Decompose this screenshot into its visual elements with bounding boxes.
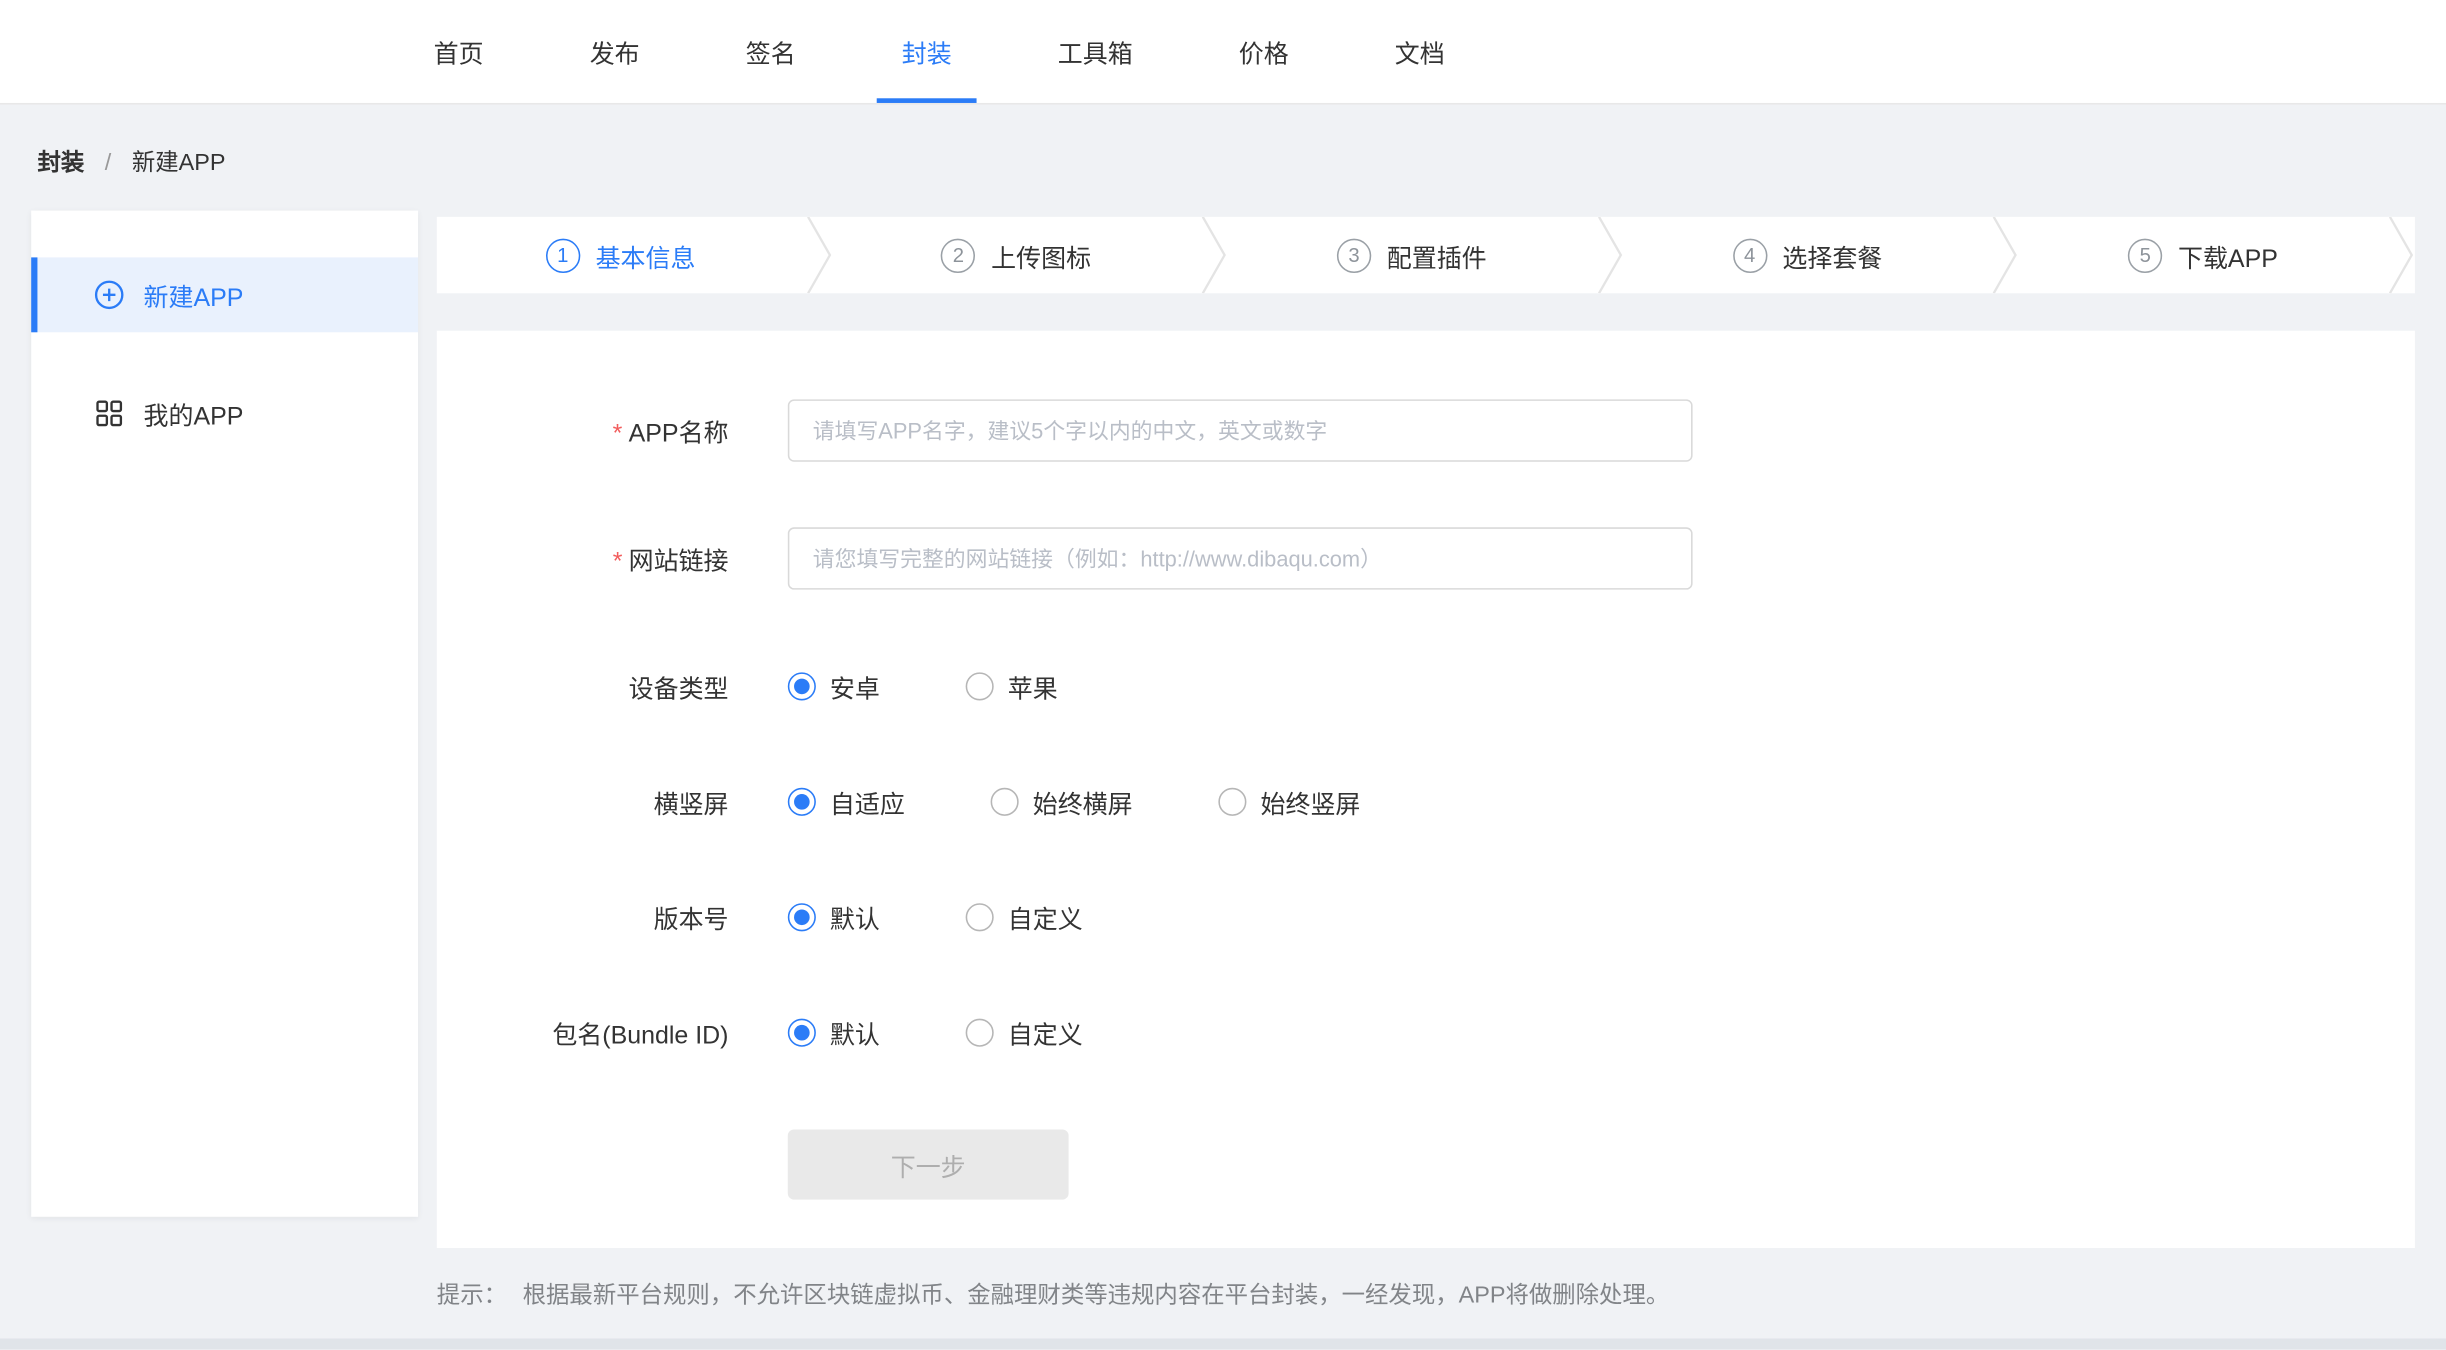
- form-row-app-name: *APP名称: [437, 399, 2415, 461]
- radio-adaptive[interactable]: 自适应: [788, 783, 905, 820]
- radio-bundle-default[interactable]: 默认: [788, 1014, 880, 1051]
- radio-label: 自适应: [830, 783, 905, 820]
- step-label: 下载APP: [2178, 236, 2278, 273]
- radio-version-custom[interactable]: 自定义: [966, 899, 1083, 936]
- radio-label: 默认: [830, 1014, 880, 1051]
- tip-prefix: 提示：: [437, 1282, 507, 1309]
- sidebar-item-label: 新建APP: [144, 276, 244, 313]
- radio-unselected-icon: [966, 672, 994, 700]
- radio-version-default[interactable]: 默认: [788, 899, 880, 936]
- radio-label: 始终横屏: [1033, 783, 1133, 820]
- breadcrumb-separator: /: [105, 150, 112, 177]
- radio-bundle-custom[interactable]: 自定义: [966, 1014, 1083, 1051]
- required-asterisk: *: [613, 421, 623, 448]
- grid-icon: [94, 398, 125, 429]
- sidebar: 新建APP 我的APP: [31, 211, 418, 1217]
- form-row-version: 版本号 默认 自定义: [437, 899, 2415, 936]
- radio-unselected-icon: [966, 1019, 994, 1047]
- step-number: 4: [1732, 238, 1766, 272]
- radio-unselected-icon: [991, 788, 1019, 816]
- orientation-label: 横竖屏: [437, 783, 729, 820]
- radio-selected-icon: [788, 903, 816, 931]
- radio-selected-icon: [788, 1019, 816, 1047]
- device-type-label: 设备类型: [437, 668, 729, 705]
- radio-label: 苹果: [1008, 668, 1058, 705]
- radio-label: 安卓: [830, 668, 880, 705]
- nav-item-sign[interactable]: 签名: [721, 0, 821, 103]
- radio-label: 默认: [830, 899, 880, 936]
- new-app-form: *APP名称 *网站链接 设备类型 安: [437, 331, 2415, 1248]
- nav-item-pricing[interactable]: 价格: [1214, 0, 1314, 103]
- steps-bar: 1 基本信息 2 上传图标 3 配置插件 4 选择套餐: [437, 217, 2415, 293]
- step-separator-icon: [2387, 217, 2415, 293]
- nav-item-package[interactable]: 封装: [877, 0, 977, 103]
- radio-selected-icon: [788, 788, 816, 816]
- next-step-button[interactable]: 下一步: [788, 1129, 1069, 1199]
- sidebar-item-new-app[interactable]: 新建APP: [31, 257, 418, 332]
- step-configure-plugins: 3 配置插件: [1228, 217, 1596, 293]
- step-number: 5: [2128, 238, 2162, 272]
- breadcrumb: 封装 / 新建APP: [0, 105, 2446, 177]
- footer-strip: [0, 1338, 2446, 1349]
- step-label: 配置插件: [1387, 236, 1487, 273]
- form-row-site-url: *网站链接: [437, 527, 2415, 589]
- step-separator-icon: [804, 217, 832, 293]
- bundle-id-label: 包名(Bundle ID): [437, 1014, 729, 1051]
- form-row-orientation: 横竖屏 自适应 始终横屏 始终竖屏: [437, 783, 2415, 820]
- version-group: 默认 自定义: [788, 899, 1083, 936]
- main-content: 1 基本信息 2 上传图标 3 配置插件 4 选择套餐: [437, 211, 2415, 1314]
- top-nav: 首页 发布 签名 封装 工具箱 价格 文档: [0, 0, 2446, 105]
- step-upload-icon: 2 上传图标: [832, 217, 1200, 293]
- form-row-device-type: 设备类型 安卓 苹果: [437, 668, 2415, 705]
- step-separator-icon: [1596, 217, 1624, 293]
- step-download-app: 5 下载APP: [2019, 217, 2387, 293]
- bundle-id-group: 默认 自定义: [788, 1014, 1083, 1051]
- site-url-label: *网站链接: [437, 540, 729, 577]
- step-label: 上传图标: [991, 236, 1091, 273]
- app-name-label: *APP名称: [437, 412, 729, 449]
- step-number: 1: [546, 238, 580, 272]
- step-label: 选择套餐: [1782, 236, 1882, 273]
- page: 首页 发布 签名 封装 工具箱 价格 文档 封装 / 新建APP 新建APP 我…: [0, 0, 2446, 1349]
- nav-item-publish[interactable]: 发布: [565, 0, 665, 103]
- form-row-bundle-id: 包名(Bundle ID) 默认 自定义: [437, 1014, 2415, 1051]
- sidebar-item-label: 我的APP: [144, 395, 244, 432]
- step-basic-info: 1 基本信息: [437, 217, 805, 293]
- radio-label: 自定义: [1008, 899, 1083, 936]
- platform-rule-tip: 提示： 根据最新平台规则，不允许区块链虚拟币、金融理财类等违规内容在平台封装，一经…: [437, 1279, 2415, 1313]
- radio-always-portrait[interactable]: 始终竖屏: [1218, 783, 1360, 820]
- step-number: 2: [941, 238, 975, 272]
- orientation-group: 自适应 始终横屏 始终竖屏: [788, 783, 1361, 820]
- sidebar-item-my-app[interactable]: 我的APP: [31, 376, 418, 451]
- radio-selected-icon: [788, 672, 816, 700]
- radio-unselected-icon: [966, 903, 994, 931]
- step-select-plan: 4 选择套餐: [1624, 217, 1992, 293]
- nav-item-home[interactable]: 首页: [409, 0, 509, 103]
- radio-unselected-icon: [1218, 788, 1246, 816]
- form-row-submit: 下一步: [437, 1129, 2415, 1199]
- radio-android[interactable]: 安卓: [788, 668, 880, 705]
- breadcrumb-current: 新建APP: [132, 150, 226, 177]
- nav-item-docs[interactable]: 文档: [1370, 0, 1470, 103]
- step-separator-icon: [1200, 217, 1228, 293]
- version-label: 版本号: [437, 899, 729, 936]
- tip-text: 根据最新平台规则，不允许区块链虚拟币、金融理财类等违规内容在平台封装，一经发现，…: [523, 1282, 1670, 1309]
- step-label: 基本信息: [596, 236, 696, 273]
- nav-item-toolbox[interactable]: 工具箱: [1033, 0, 1158, 103]
- radio-ios[interactable]: 苹果: [966, 668, 1058, 705]
- radio-label: 始终竖屏: [1261, 783, 1361, 820]
- site-url-input[interactable]: [788, 527, 1693, 589]
- step-separator-icon: [1991, 217, 2019, 293]
- radio-always-landscape[interactable]: 始终横屏: [991, 783, 1133, 820]
- step-number: 3: [1337, 238, 1371, 272]
- breadcrumb-section[interactable]: 封装: [37, 150, 84, 177]
- app-name-input[interactable]: [788, 399, 1693, 461]
- content-layout: 新建APP 我的APP 1 基本信息 2 上传图标: [0, 176, 2446, 1313]
- device-type-group: 安卓 苹果: [788, 668, 1058, 705]
- plus-circle-icon: [94, 279, 125, 310]
- required-asterisk: *: [613, 549, 623, 576]
- radio-label: 自定义: [1008, 1014, 1083, 1051]
